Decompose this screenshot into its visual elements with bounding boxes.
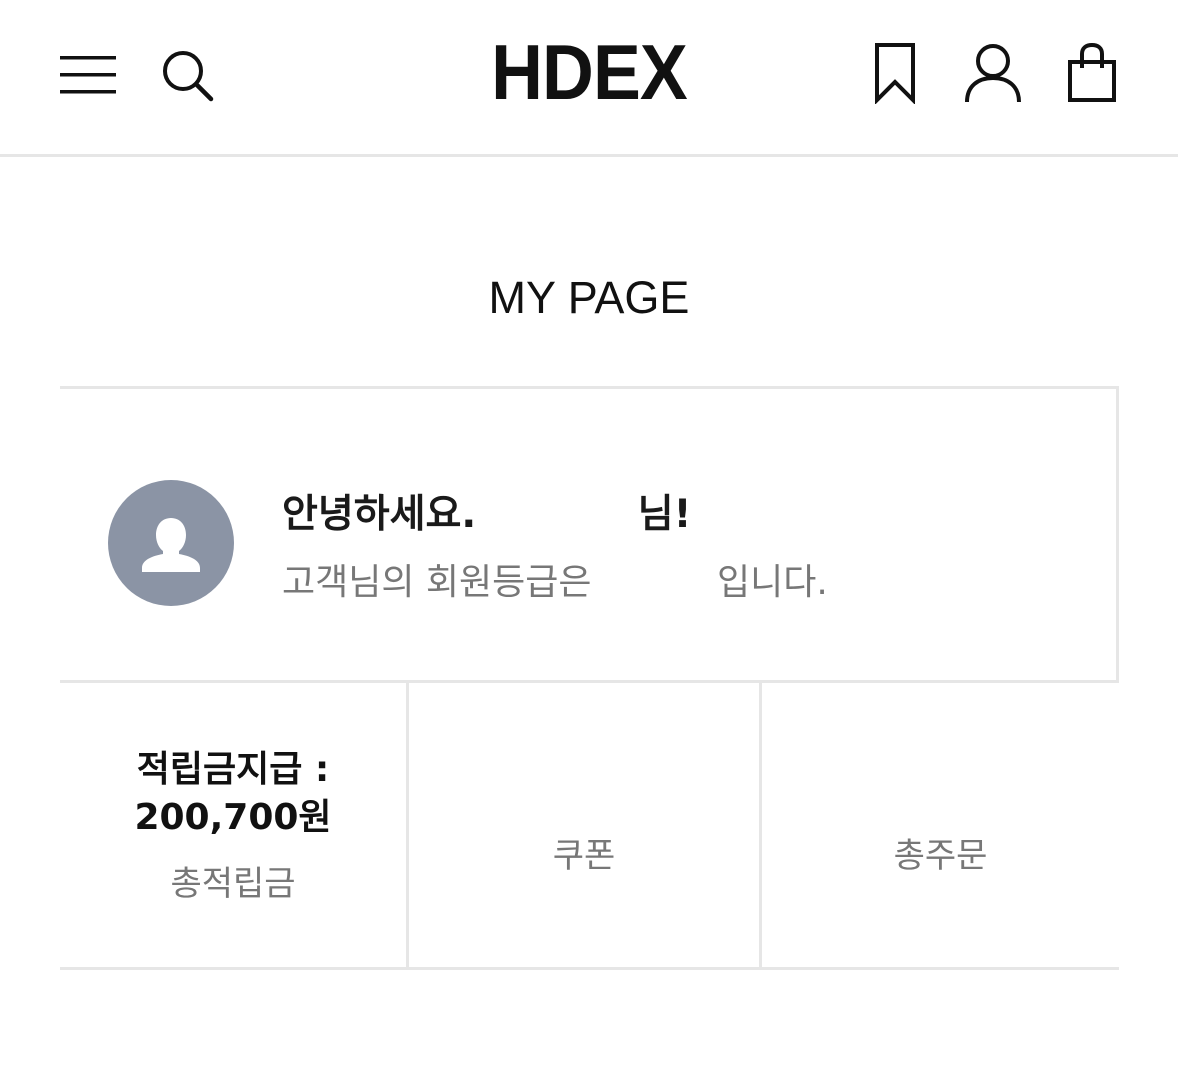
stat-points[interactable]: 적립금지급 : 200,700원 총적립금 [60,683,409,967]
search-icon [163,51,214,102]
greeting-suffix: 님! [637,492,692,537]
search-button[interactable] [156,46,218,104]
brand-logo[interactable]: HDEX [480,28,699,116]
my-account-button[interactable] [960,40,1026,106]
avatar [108,480,234,606]
grade-prefix: 고객님의 회원등급은 [282,562,592,603]
profile-card: 안녕하세요. 님! 고객님의 회원등급은 입니다. [60,386,1119,683]
hamburger-menu-icon [60,56,116,94]
points-label: 총적립금 [170,863,296,904]
member-grade-text: 고객님의 회원등급은 입니다. [282,553,828,605]
default-avatar-icon [142,518,200,572]
bookmark-button[interactable] [866,40,924,106]
orders-label: 총주문 [893,835,988,876]
stat-coupons[interactable]: 쿠폰 [409,683,762,967]
bookmark-icon [875,43,915,104]
menu-button[interactable] [56,50,120,100]
stat-orders[interactable]: 총주문 [762,683,1119,967]
greeting-text: 안녕하세요. 님! [282,483,691,539]
points-value-line: 적립금지급 : 200,700원 [134,748,332,838]
shopping-bag-button[interactable] [1062,40,1122,106]
account-stats: 적립금지급 : 200,700원 총적립금 쿠폰 총주문 [60,683,1119,970]
top-header: HDEX [0,0,1178,157]
grade-suffix: 입니다. [716,562,828,603]
user-icon [965,44,1021,103]
shopping-bag-icon [1068,42,1116,102]
points-value: 적립금지급 : 200,700원 [113,746,353,842]
greeting-prefix: 안녕하세요. [282,492,477,537]
coupons-label: 쿠폰 [552,835,616,876]
page-title: MY PAGE [488,272,690,323]
